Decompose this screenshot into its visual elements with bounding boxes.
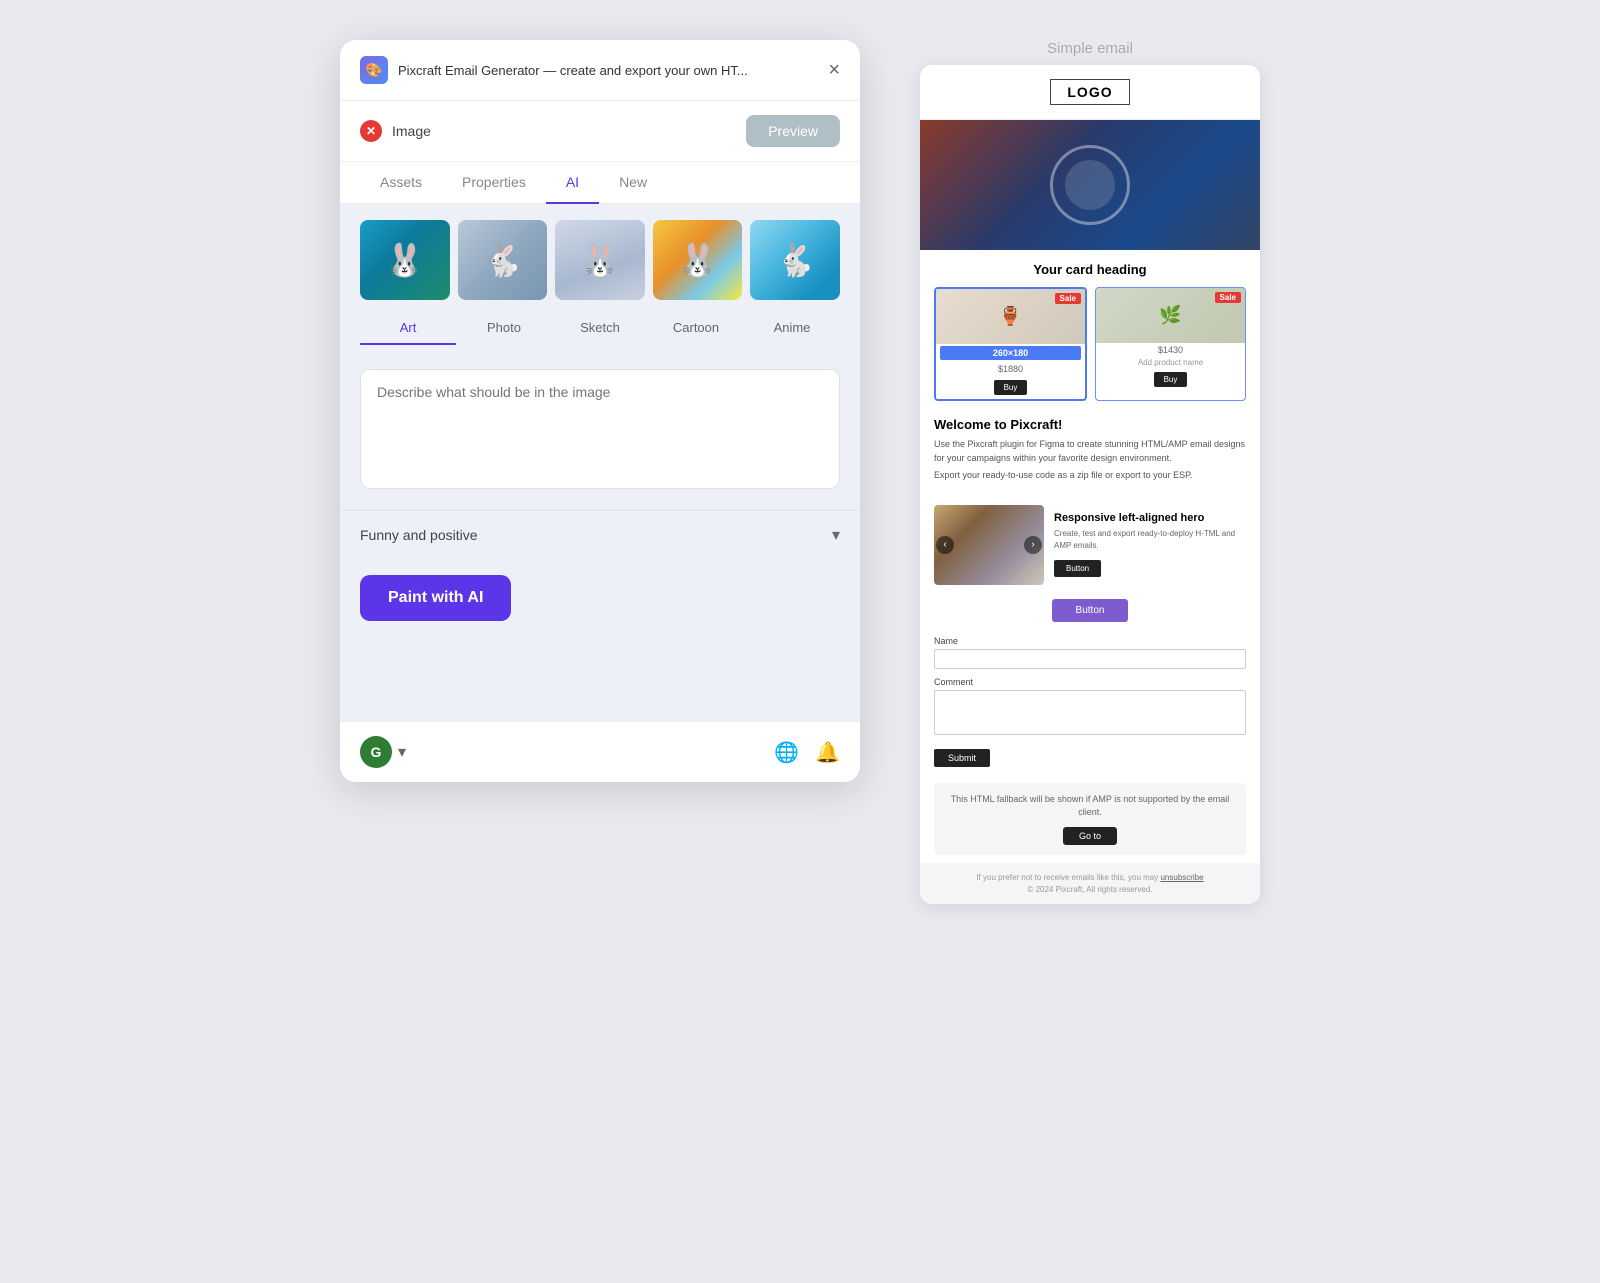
unsubscribe-link[interactable]: unsubscribe [1160, 873, 1203, 882]
hero-text-title: Responsive left-aligned hero [1054, 512, 1246, 524]
hero-cta-button[interactable]: Button [1054, 560, 1101, 577]
footer-main-text: If you prefer not to receive emails like… [976, 873, 1158, 882]
form-name-label: Name [934, 636, 1246, 646]
paint-with-ai-button[interactable]: Paint with AI [360, 575, 511, 621]
form-comment-textarea[interactable] [934, 690, 1246, 735]
style-tabs: Art Photo Sketch Cartoon Anime [360, 312, 840, 345]
right-section: Simple email LOGO Your card heading Sale… [920, 40, 1260, 904]
email-cta-row: Button [920, 593, 1260, 628]
prompt-section [340, 353, 860, 510]
remove-image-icon[interactable]: ✕ [360, 120, 382, 142]
welcome-text-1: Use the Pixcraft plugin for Figma to cre… [934, 438, 1246, 465]
mood-row[interactable]: Funny and positive ▾ [340, 510, 860, 559]
plugin-icon: 🎨 [360, 56, 388, 84]
email-footer: If you prefer not to receive emails like… [920, 863, 1260, 904]
style-tab-sketch[interactable]: Sketch [552, 312, 648, 345]
bunny-art-1: 🐰 [360, 220, 450, 300]
buy-button-2[interactable]: Buy [1154, 372, 1188, 387]
preview-button[interactable]: Preview [746, 115, 840, 147]
prompt-textarea[interactable] [360, 369, 840, 489]
close-button[interactable]: × [828, 59, 840, 82]
form-comment-label: Comment [934, 677, 1246, 687]
tab-new[interactable]: New [599, 162, 667, 204]
product2-price: $1430 [1096, 343, 1245, 357]
submit-button[interactable]: Submit [934, 749, 990, 767]
mood-label: Funny and positive [360, 527, 478, 543]
footer-text: If you prefer not to receive emails like… [934, 873, 1246, 882]
bell-icon[interactable]: 🔔 [815, 740, 840, 765]
gallery-image-4[interactable]: 🐰 [653, 220, 743, 300]
welcome-text-2: Export your ready-to-use code as a zip f… [934, 469, 1246, 483]
gallery-image-5[interactable]: 🐇 [750, 220, 840, 300]
product-cards: Sale 🏺 260×180 $1880 Buy Sale 🌿 $1430 Ad… [934, 287, 1246, 401]
gallery-section: 🐰 🐇 🐰 🐰 🐇 Art Photo Sketch Cartoon Anime [340, 204, 860, 353]
welcome-title: Welcome to Pixcraft! [934, 417, 1246, 432]
hero-image-small: ‹ › [934, 505, 1044, 585]
email-card-section: Your card heading Sale 🏺 260×180 $1880 B… [920, 250, 1260, 413]
panel-title: Pixcraft Email Generator — create and ex… [398, 63, 818, 78]
hero-nav-right-icon[interactable]: › [1024, 536, 1042, 554]
tab-ai[interactable]: AI [546, 162, 599, 204]
plugin-panel: 🎨 Pixcraft Email Generator — create and … [340, 40, 860, 782]
style-tab-cartoon[interactable]: Cartoon [648, 312, 744, 345]
main-tabs: Assets Properties AI New [340, 162, 860, 204]
globe-icon[interactable]: 🌐 [774, 740, 799, 765]
simple-email-label: Simple email [920, 40, 1260, 57]
sale-badge-2: Sale [1215, 292, 1241, 303]
chevron-down-icon: ▾ [832, 525, 840, 545]
gallery-image-1[interactable]: 🐰 [360, 220, 450, 300]
email-form: Name Comment Submit [920, 628, 1260, 775]
email-hero-section: ‹ › Responsive left-aligned hero Create,… [920, 497, 1260, 593]
dimension-badge: 260×180 [940, 346, 1081, 360]
panel-header: 🎨 Pixcraft Email Generator — create and … [340, 40, 860, 101]
amp-notice-text: This HTML fallback will be shown if AMP … [944, 793, 1236, 820]
product-card-1: Sale 🏺 260×180 $1880 Buy [934, 287, 1087, 401]
email-amp-notice: This HTML fallback will be shown if AMP … [934, 783, 1246, 855]
bunny-art-4: 🐰 [653, 220, 743, 300]
bottom-bar: G ▾ 🌐 🔔 [340, 721, 860, 782]
email-logo: LOGO [1050, 79, 1129, 105]
email-hero-image [920, 120, 1260, 250]
email-preview: LOGO Your card heading Sale 🏺 260×180 $1… [920, 65, 1260, 904]
image-row: ✕ Image Preview [340, 101, 860, 162]
paint-section: Paint with AI [340, 559, 860, 641]
hero-text-desc: Create, test and export ready-to-deploy … [1054, 528, 1246, 552]
hero-circle-outer [1050, 145, 1130, 225]
sale-badge-1: Sale [1055, 293, 1081, 304]
bunny-art-3: 🐰 [555, 220, 645, 300]
hero-nav-left-icon[interactable]: ‹ [936, 536, 954, 554]
footer-copyright: © 2024 Pixcraft, All rights reserved. [934, 885, 1246, 894]
product2-name: Add product name [1096, 357, 1245, 368]
tab-properties[interactable]: Properties [442, 162, 546, 204]
style-tab-anime[interactable]: Anime [744, 312, 840, 345]
cta-button[interactable]: Button [1052, 599, 1129, 622]
style-tab-photo[interactable]: Photo [456, 312, 552, 345]
goto-button[interactable]: Go to [1063, 827, 1117, 845]
spacer [340, 641, 860, 721]
user-row[interactable]: G ▾ [360, 736, 406, 768]
product-card-2: Sale 🌿 $1430 Add product name Buy [1095, 287, 1246, 401]
product1-price: $1880 [936, 362, 1085, 376]
bunny-art-2: 🐇 [458, 220, 548, 300]
hero-text-right: Responsive left-aligned hero Create, tes… [1054, 512, 1246, 577]
gallery-images: 🐰 🐇 🐰 🐰 🐇 [360, 220, 840, 300]
style-tab-art[interactable]: Art [360, 312, 456, 345]
user-chevron-icon: ▾ [398, 742, 406, 762]
email-welcome: Welcome to Pixcraft! Use the Pixcraft pl… [920, 413, 1260, 497]
email-logo-row: LOGO [920, 65, 1260, 120]
tab-assets[interactable]: Assets [360, 162, 442, 204]
image-label: Image [392, 123, 736, 139]
gallery-image-3[interactable]: 🐰 [555, 220, 645, 300]
form-name-input[interactable] [934, 649, 1246, 669]
bottom-icons: 🌐 🔔 [774, 740, 840, 765]
avatar: G [360, 736, 392, 768]
bunny-art-5: 🐇 [750, 220, 840, 300]
gallery-image-2[interactable]: 🐇 [458, 220, 548, 300]
card-heading: Your card heading [934, 262, 1246, 277]
buy-button-1[interactable]: Buy [994, 380, 1028, 395]
